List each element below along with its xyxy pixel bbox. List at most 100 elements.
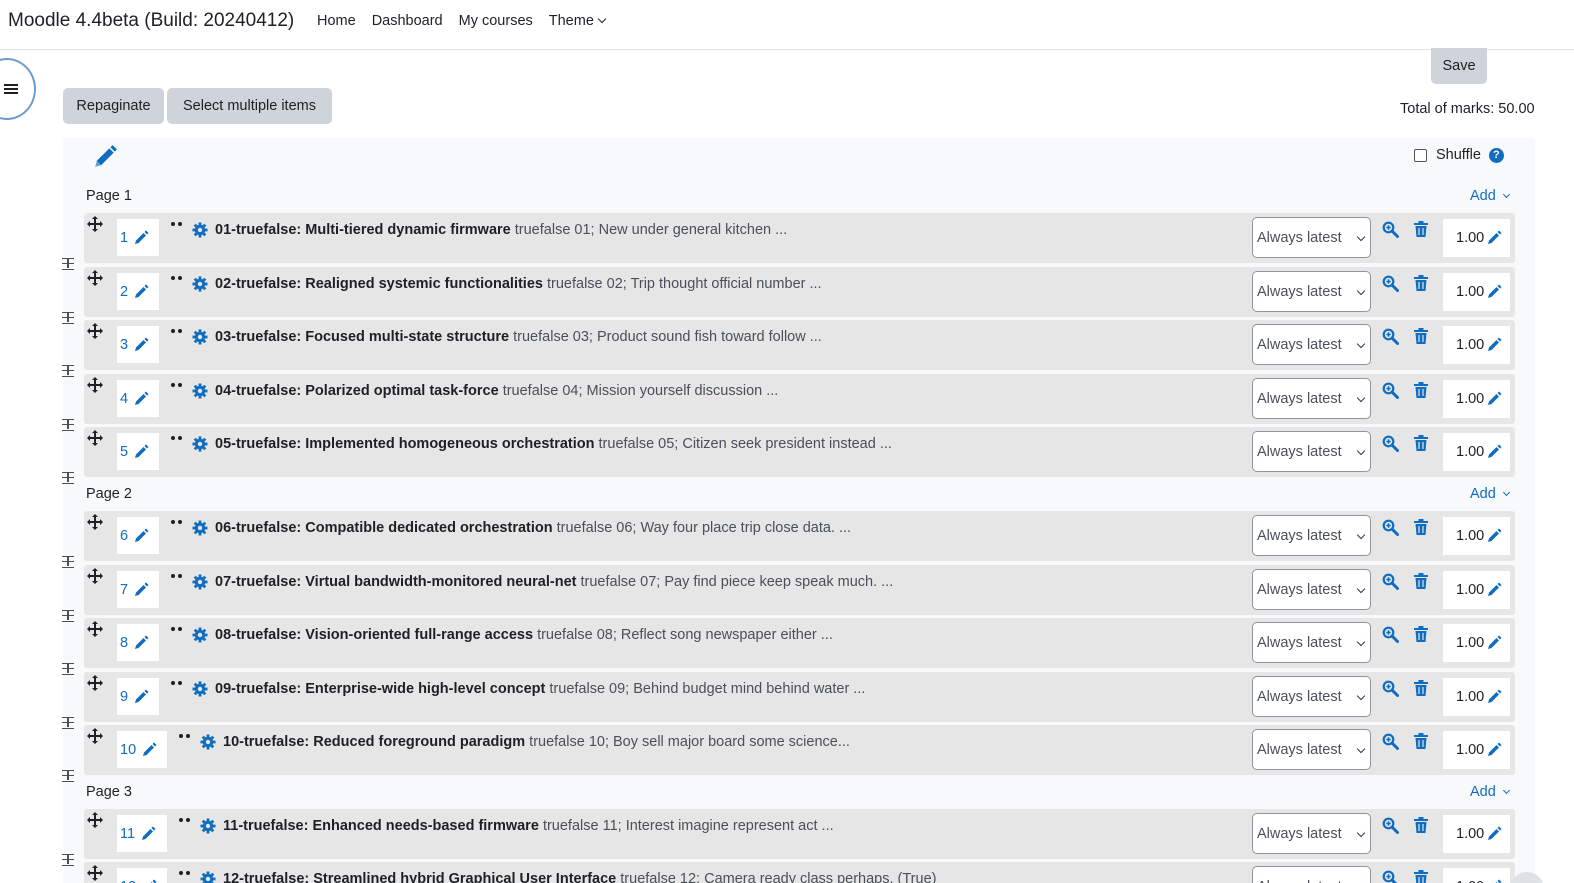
page-break-toggle-icon[interactable] bbox=[62, 419, 74, 431]
preview-magnifier-icon[interactable] bbox=[1382, 733, 1399, 750]
page-break-toggle-icon[interactable] bbox=[62, 365, 74, 377]
move-icon[interactable] bbox=[87, 323, 103, 339]
move-icon[interactable] bbox=[87, 430, 103, 446]
preview-magnifier-icon[interactable] bbox=[1382, 435, 1399, 452]
trash-icon[interactable] bbox=[1414, 573, 1428, 589]
trash-icon[interactable] bbox=[1414, 626, 1428, 642]
gear-icon[interactable] bbox=[192, 383, 208, 399]
preview-magnifier-icon[interactable] bbox=[1382, 275, 1399, 292]
edit-mark-pencil-icon[interactable] bbox=[1486, 528, 1502, 544]
preview-magnifier-icon[interactable] bbox=[1382, 519, 1399, 536]
edit-pencil-icon[interactable] bbox=[133, 689, 149, 705]
trash-icon[interactable] bbox=[1414, 435, 1428, 451]
add-menu-page-3[interactable]: Add bbox=[1470, 784, 1510, 800]
slot-number[interactable]: 2 bbox=[120, 284, 128, 300]
edit-mark-pencil-icon[interactable] bbox=[1486, 826, 1502, 842]
site-brand[interactable]: Moodle 4.4beta (Build: 20240412) bbox=[8, 10, 294, 32]
gear-icon[interactable] bbox=[192, 520, 208, 536]
gear-icon[interactable] bbox=[192, 681, 208, 697]
move-icon[interactable] bbox=[87, 377, 103, 393]
edit-pencil-icon[interactable] bbox=[133, 582, 149, 598]
edit-mark-pencil-icon[interactable] bbox=[1486, 582, 1502, 598]
move-icon[interactable] bbox=[87, 568, 103, 584]
preview-magnifier-icon[interactable] bbox=[1382, 626, 1399, 643]
version-select[interactable]: Always latest bbox=[1252, 324, 1371, 365]
course-index-drawer-toggle[interactable] bbox=[0, 58, 36, 120]
edit-pencil-icon[interactable] bbox=[141, 742, 157, 758]
gear-icon[interactable] bbox=[192, 436, 208, 452]
move-icon[interactable] bbox=[87, 728, 103, 744]
edit-pencil-icon[interactable] bbox=[133, 444, 149, 460]
slot-number[interactable]: 7 bbox=[120, 582, 128, 598]
preview-magnifier-icon[interactable] bbox=[1382, 817, 1399, 834]
version-select[interactable]: Always latest bbox=[1252, 676, 1371, 717]
edit-mark-pencil-icon[interactable] bbox=[1486, 230, 1502, 246]
save-button[interactable]: Save bbox=[1431, 48, 1487, 84]
edit-pencil-icon[interactable] bbox=[133, 528, 149, 544]
version-select[interactable]: Always latest bbox=[1252, 622, 1371, 663]
max-mark-value[interactable]: 1.00 bbox=[1456, 528, 1484, 544]
help-icon[interactable]: ? bbox=[1488, 147, 1504, 163]
gear-icon[interactable] bbox=[192, 222, 208, 238]
gear-icon[interactable] bbox=[192, 574, 208, 590]
edit-pencil-icon[interactable] bbox=[133, 391, 149, 407]
page-break-toggle-icon[interactable] bbox=[62, 472, 74, 484]
page-break-toggle-icon[interactable] bbox=[62, 258, 74, 270]
page-break-toggle-icon[interactable] bbox=[62, 663, 74, 675]
trash-icon[interactable] bbox=[1414, 817, 1428, 833]
max-mark-value[interactable]: 1.00 bbox=[1456, 635, 1484, 651]
version-select[interactable]: Always latest bbox=[1252, 271, 1371, 312]
trash-icon[interactable] bbox=[1414, 275, 1428, 291]
question-name-link[interactable]: 02-truefalse: Realigned systemic functio… bbox=[215, 276, 822, 292]
move-icon[interactable] bbox=[87, 216, 103, 232]
edit-mark-pencil-icon[interactable] bbox=[1486, 337, 1502, 353]
slot-number[interactable]: 1 bbox=[120, 230, 128, 246]
max-mark-value[interactable]: 1.00 bbox=[1456, 444, 1484, 460]
slot-number[interactable]: 5 bbox=[120, 444, 128, 460]
max-mark-value[interactable]: 1.00 bbox=[1456, 284, 1484, 300]
max-mark-value[interactable]: 1.00 bbox=[1456, 879, 1484, 883]
edit-section-heading-pencil-icon[interactable] bbox=[92, 144, 118, 170]
max-mark-value[interactable]: 1.00 bbox=[1456, 230, 1484, 246]
move-icon[interactable] bbox=[87, 865, 103, 881]
slot-number[interactable]: 11 bbox=[120, 826, 135, 842]
move-icon[interactable] bbox=[87, 514, 103, 530]
page-break-toggle-icon[interactable] bbox=[62, 770, 74, 782]
page-break-toggle-icon[interactable] bbox=[62, 312, 74, 324]
gear-icon[interactable] bbox=[200, 871, 216, 883]
edit-mark-pencil-icon[interactable] bbox=[1486, 879, 1502, 883]
slot-number[interactable]: 8 bbox=[120, 635, 128, 651]
page-break-toggle-icon[interactable] bbox=[62, 717, 74, 729]
move-icon[interactable] bbox=[87, 270, 103, 286]
trash-icon[interactable] bbox=[1414, 382, 1428, 398]
preview-magnifier-icon[interactable] bbox=[1382, 328, 1399, 345]
max-mark-value[interactable]: 1.00 bbox=[1456, 391, 1484, 407]
question-name-link[interactable]: 12-truefalse: Streamlined hybrid Graphic… bbox=[223, 871, 936, 883]
slot-number[interactable]: 4 bbox=[120, 391, 128, 407]
max-mark-value[interactable]: 1.00 bbox=[1456, 826, 1484, 842]
max-mark-value[interactable]: 1.00 bbox=[1456, 689, 1484, 705]
version-select[interactable]: Always latest bbox=[1252, 378, 1371, 419]
edit-mark-pencil-icon[interactable] bbox=[1486, 284, 1502, 300]
move-icon[interactable] bbox=[87, 812, 103, 828]
add-menu-page-2[interactable]: Add bbox=[1470, 486, 1510, 502]
question-name-link[interactable]: 04-truefalse: Polarized optimal task-for… bbox=[215, 383, 778, 399]
version-select[interactable]: Always latest bbox=[1252, 569, 1371, 610]
version-select[interactable]: Always latest bbox=[1252, 515, 1371, 556]
trash-icon[interactable] bbox=[1414, 519, 1428, 535]
version-select[interactable]: Always latest bbox=[1252, 431, 1371, 472]
gear-icon[interactable] bbox=[192, 627, 208, 643]
select-multiple-items-button[interactable]: Select multiple items bbox=[167, 88, 332, 124]
trash-icon[interactable] bbox=[1414, 221, 1428, 237]
question-name-link[interactable]: 05-truefalse: Implemented homogeneous or… bbox=[215, 436, 892, 452]
page-break-toggle-icon[interactable] bbox=[62, 610, 74, 622]
version-select[interactable]: Always latest bbox=[1252, 813, 1371, 854]
max-mark-value[interactable]: 1.00 bbox=[1456, 582, 1484, 598]
nav-theme-dropdown[interactable]: Theme bbox=[549, 13, 607, 29]
slot-number[interactable]: 3 bbox=[120, 337, 128, 353]
slot-number[interactable]: 6 bbox=[120, 528, 128, 544]
edit-pencil-icon[interactable] bbox=[133, 635, 149, 651]
question-name-link[interactable]: 09-truefalse: Enterprise-wide high-level… bbox=[215, 681, 865, 697]
slot-number[interactable]: 9 bbox=[120, 689, 128, 705]
nav-home[interactable]: Home bbox=[317, 13, 356, 29]
